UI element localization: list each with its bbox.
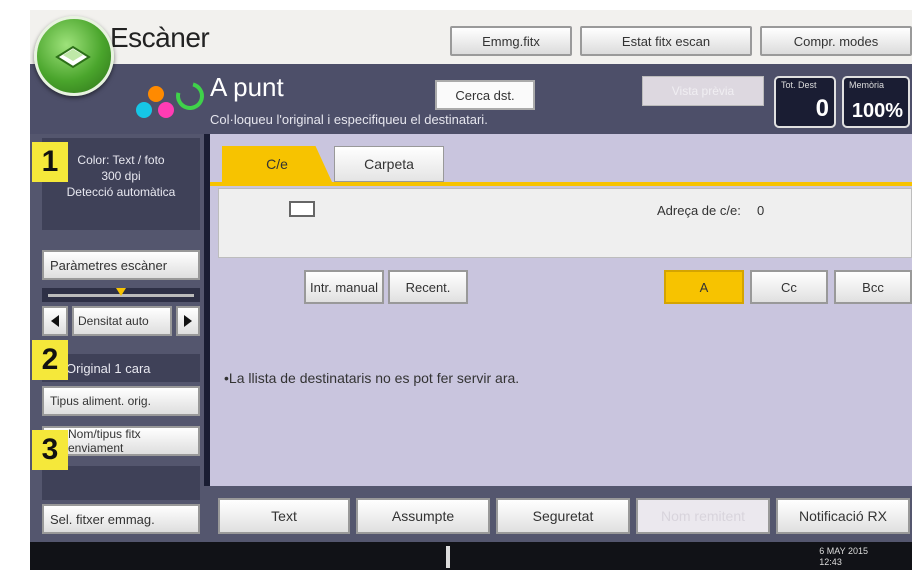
memory-label: Memòria: [849, 80, 885, 90]
detection-setting: Detecció automàtica: [66, 185, 176, 199]
density-slider[interactable]: [42, 288, 200, 302]
scan-settings-panel: Color: Text / foto 300 dpi Detecció auto…: [30, 134, 204, 544]
total-dest-label: Tot. Dest: [781, 80, 817, 90]
destination-field[interactable]: Adreça de c/e: 0: [218, 188, 912, 258]
feed-type-button[interactable]: Tipus aliment. orig.: [42, 386, 200, 416]
envelope-icon: [289, 201, 315, 217]
preview-button[interactable]: Vista prèvia: [642, 76, 764, 106]
select-stored-file-button[interactable]: Sel. fitxer emmag.: [42, 504, 200, 534]
color-mode-icon: [130, 84, 180, 124]
tab-folder[interactable]: Carpeta: [334, 146, 444, 182]
file-status-button[interactable]: Estat fitx escan: [580, 26, 752, 56]
security-button[interactable]: Seguretat: [496, 498, 630, 534]
scanner-screen: Escàner Emmg.fitx Estat fitx escan Compr…: [30, 10, 912, 570]
original-sides-label: Original 1 cara: [66, 360, 151, 376]
bcc-button[interactable]: Bcc: [834, 270, 912, 304]
manual-entry-button[interactable]: Intr. manual: [304, 270, 384, 304]
total-destinations-counter: Tot. Dest 0: [774, 76, 836, 128]
tab-email[interactable]: C/e: [222, 146, 332, 182]
recent-button[interactable]: Recent.: [388, 270, 468, 304]
rx-notification-button[interactable]: Notificació RX: [776, 498, 910, 534]
clock-time: 12:43: [819, 557, 842, 567]
search-destination-button[interactable]: Cerca dst.: [435, 80, 535, 110]
email-address-count: 0: [757, 203, 765, 218]
app-title: Escàner: [110, 22, 210, 53]
email-address-label: Adreça de c/e:: [657, 203, 741, 218]
scan-parameters-button[interactable]: Paràmetres escàner: [42, 250, 200, 280]
auto-density-button[interactable]: Densitat auto: [72, 306, 172, 336]
callout-badge-3: 3: [32, 430, 68, 470]
cc-button[interactable]: Cc: [750, 270, 828, 304]
scanner-logo-icon[interactable]: [34, 16, 114, 96]
clock: 6 MAY 2015 12:43: [819, 546, 868, 568]
destination-panel: C/e Carpeta Adreça de c/e: 0 Intr. manua…: [210, 134, 912, 486]
density-decrease-button[interactable]: [42, 306, 68, 336]
callout-badge-1: 1: [32, 142, 68, 182]
title-bar: Escàner Emmg.fitx Estat fitx escan Compr…: [30, 10, 912, 64]
tab-underline: [210, 182, 912, 186]
text-button[interactable]: Text: [218, 498, 350, 534]
memory-value: 100%: [851, 100, 903, 122]
destination-list-notice: •La llista de destinataris no es pot fer…: [224, 370, 520, 386]
sender-name-button[interactable]: Nom remitent: [636, 498, 770, 534]
density-increase-button[interactable]: [176, 306, 200, 336]
check-modes-button[interactable]: Compr. modes: [760, 26, 912, 56]
store-file-button[interactable]: Emmg.fitx: [450, 26, 572, 56]
bottom-toolbar: Text Assumpte Seguretat Nom remitent Not…: [204, 486, 912, 542]
arrow-left-icon: [51, 315, 59, 327]
footer-bar: 6 MAY 2015 12:43: [30, 542, 912, 570]
subject-button[interactable]: Assumpte: [356, 498, 490, 534]
status-instructions: Col·loqueu l'original i especifiqueu el …: [210, 112, 488, 127]
cursor-icon: [446, 546, 450, 568]
clock-date: 6 MAY 2015: [819, 546, 868, 556]
memory-counter: Memòria 100%: [842, 76, 910, 128]
total-dest-value: 0: [815, 95, 829, 122]
to-button[interactable]: A: [664, 270, 744, 304]
callout-badge-2: 2: [32, 340, 68, 380]
status-message: A punt: [210, 72, 284, 102]
arrow-right-icon: [184, 315, 192, 327]
empty-slot: [42, 466, 200, 500]
